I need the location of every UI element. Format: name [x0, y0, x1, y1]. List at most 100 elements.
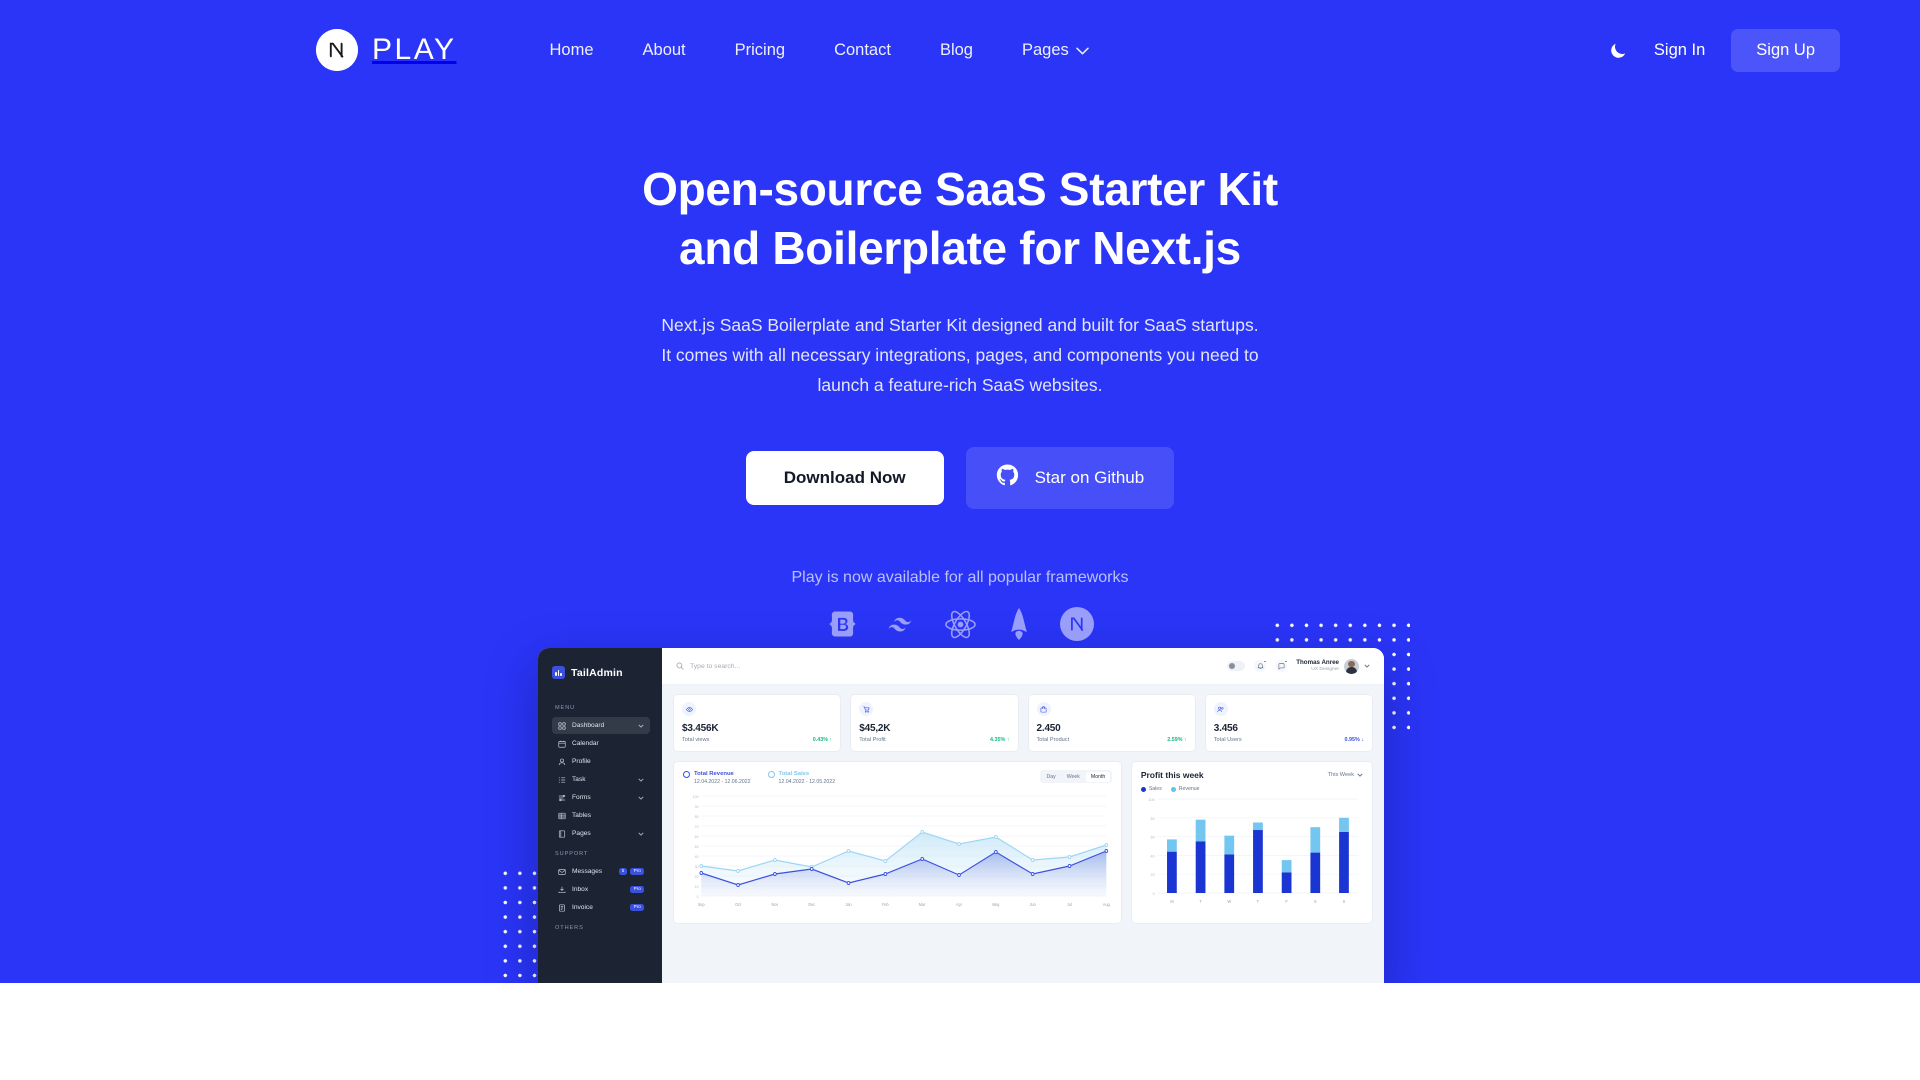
- nextjs-circle-icon: [316, 29, 358, 71]
- svg-text:S: S: [1342, 899, 1345, 904]
- legend-total-revenue: Total Revenue 12.04.2022 - 12.06.2022: [683, 770, 751, 787]
- sidebar-label: Invoice: [572, 904, 593, 911]
- svg-text:90: 90: [695, 805, 699, 809]
- sidebar-item-profile[interactable]: Profile: [552, 753, 650, 770]
- nav-item-contact[interactable]: Contact: [834, 41, 891, 60]
- svg-text:Dec: Dec: [808, 901, 815, 906]
- calendar-icon: [558, 740, 566, 748]
- cart-icon: [859, 702, 874, 716]
- svg-text:20: 20: [1150, 873, 1154, 877]
- nav-item-pricing[interactable]: Pricing: [735, 41, 785, 60]
- stat-delta: 0.95% ↓: [1344, 737, 1365, 743]
- svg-text:20: 20: [695, 875, 699, 879]
- dashboard-sidebar: TailAdmin MENU Dashboard Calendar Profil…: [538, 648, 662, 983]
- github-icon: [996, 464, 1019, 492]
- users-icon: [1213, 702, 1228, 716]
- profit-period-dropdown[interactable]: This Week: [1328, 772, 1363, 778]
- legend-total-sales: Total Sales 12.04.2022 - 12.05.2022: [767, 770, 836, 787]
- moon-icon[interactable]: [1609, 41, 1628, 60]
- svg-text:30: 30: [695, 865, 699, 869]
- nextjs-icon[interactable]: [1059, 607, 1094, 642]
- stat-delta: 0.43% ↑: [812, 737, 833, 743]
- nav-label: Contact: [834, 40, 891, 59]
- stat-card: $3.456K Total views 0.43% ↑: [673, 694, 842, 752]
- sidebar-item-calendar[interactable]: Calendar: [552, 735, 650, 752]
- sidebar-label: Tables: [572, 812, 592, 819]
- svg-text:Feb: Feb: [882, 901, 889, 906]
- sidebar-item-dashboard[interactable]: Dashboard: [552, 717, 650, 734]
- user-menu[interactable]: Thomas Anree UX Designer: [1296, 658, 1370, 674]
- sidebar-group-others-label: OTHERS: [555, 925, 584, 931]
- tailadmin-logo-icon: [552, 666, 565, 679]
- segment-week[interactable]: Week: [1062, 772, 1085, 782]
- chevron-down-icon: [1076, 41, 1089, 60]
- star-on-github-button[interactable]: Star on Github: [965, 446, 1175, 509]
- legend-title: Total Revenue: [694, 771, 734, 777]
- stat-label: Total Product: [1036, 737, 1070, 743]
- stat-label: Total views: [682, 737, 710, 743]
- chart-period-segments: Day Week Month: [1039, 770, 1112, 783]
- legend-marker: [767, 771, 775, 778]
- sidebar-item-task[interactable]: Task: [552, 771, 650, 788]
- sidebar-item-messages[interactable]: Messages 5 Pro: [552, 863, 650, 880]
- hero-section: PLAY Home About Pricing Contact Blog Pag…: [0, 0, 1920, 983]
- sidebar-item-inbox[interactable]: Inbox Pro: [552, 881, 650, 898]
- brand-name: PLAY: [372, 33, 457, 66]
- hero-title-line-2: and Boilerplate for Next.js: [679, 222, 1241, 275]
- sidebar-item-invoice[interactable]: Invoice Pro: [552, 899, 650, 916]
- svg-text:W: W: [1227, 899, 1231, 904]
- table-icon: [558, 812, 566, 819]
- nav-item-about[interactable]: About: [643, 41, 686, 60]
- svg-text:50: 50: [695, 845, 699, 849]
- svg-text:Sep: Sep: [698, 901, 706, 906]
- chat-icon[interactable]: [1275, 659, 1288, 672]
- bootstrap-icon[interactable]: [827, 609, 858, 640]
- download-now-button[interactable]: Download Now: [745, 450, 944, 505]
- grid-icon: [558, 721, 566, 730]
- segment-month[interactable]: Month: [1085, 771, 1111, 782]
- svg-text:M: M: [1170, 899, 1174, 904]
- sidebar-label: Profile: [572, 758, 591, 765]
- avatar: [1344, 658, 1359, 674]
- dark-mode-toggle[interactable]: [1227, 661, 1246, 671]
- sidebar-badges: Pro: [630, 885, 644, 894]
- page-title: Open-source SaaS Starter Kit and Boilerp…: [560, 160, 1360, 279]
- react-icon[interactable]: [943, 607, 978, 642]
- sign-up-button[interactable]: Sign Up: [1731, 28, 1840, 72]
- chevron-down-icon: [638, 832, 644, 836]
- sidebar-item-tables[interactable]: Tables: [552, 807, 650, 824]
- nav-item-home[interactable]: Home: [550, 41, 594, 60]
- invoice-icon: [559, 903, 565, 912]
- profit-chart-card: Profit this week This Week Sales Revenue…: [1130, 761, 1373, 924]
- astro-icon[interactable]: [1004, 608, 1034, 641]
- tailwindcss-icon[interactable]: [884, 608, 917, 641]
- nav-item-blog[interactable]: Blog: [940, 41, 973, 60]
- notification-dot: [1284, 659, 1288, 663]
- svg-text:100: 100: [693, 795, 699, 799]
- sign-in-link[interactable]: Sign In: [1654, 41, 1705, 60]
- sidebar-item-pages[interactable]: Pages: [552, 825, 650, 842]
- nav-item-pages[interactable]: Pages: [1022, 41, 1089, 60]
- chevron-down-icon: [1357, 773, 1363, 777]
- sidebar-badges: Pro: [630, 903, 644, 912]
- svg-text:May: May: [992, 901, 999, 906]
- segment-day[interactable]: Day: [1041, 772, 1060, 782]
- svg-text:F: F: [1285, 899, 1288, 904]
- user-name: Thomas Anree: [1296, 658, 1339, 666]
- svg-text:Jan: Jan: [845, 901, 851, 906]
- sidebar-item-forms[interactable]: Forms: [552, 789, 650, 806]
- legend-marker: [683, 771, 690, 778]
- stat-delta: 2.59% ↑: [1167, 737, 1187, 743]
- stat-value: $45,2K: [859, 723, 891, 734]
- badge-pro: Pro: [630, 885, 644, 894]
- legend-range: 12.04.2022 - 12.05.2022: [778, 778, 836, 785]
- brand-logo[interactable]: PLAY: [316, 29, 457, 71]
- bell-icon[interactable]: [1254, 659, 1267, 672]
- sidebar-label: Pages: [572, 830, 591, 837]
- chevron-down-icon: [638, 778, 644, 782]
- search-icon: [676, 662, 684, 670]
- sidebar-group-menu-label: MENU: [555, 705, 576, 711]
- search-input[interactable]: Type to search...: [676, 662, 740, 670]
- main-navigation: PLAY Home About Pricing Contact Blog Pag…: [0, 0, 1920, 100]
- nav-label: Pages: [1021, 40, 1069, 59]
